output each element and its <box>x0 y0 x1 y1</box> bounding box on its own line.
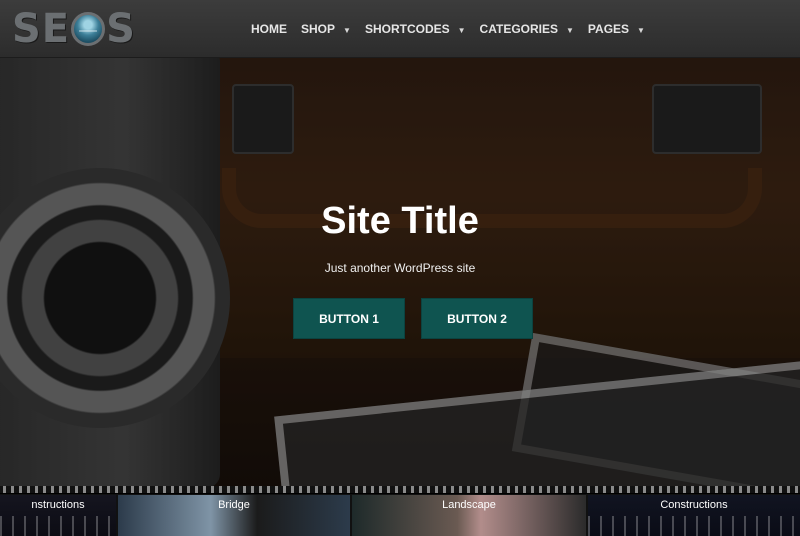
film-sprockets <box>0 486 800 494</box>
chevron-down-icon: ▼ <box>566 25 574 35</box>
hero-button-2[interactable]: BUTTON 2 <box>421 298 533 339</box>
gallery-item-label: Constructions <box>660 499 728 511</box>
gallery-item-constructions-partial[interactable]: nstructions <box>0 495 116 536</box>
gallery-item-constructions[interactable]: Constructions <box>588 495 800 536</box>
globe-icon <box>71 12 106 46</box>
nav-label: HOME <box>251 22 287 36</box>
chevron-down-icon: ▼ <box>457 25 466 35</box>
nav-label: CATEGORIES <box>479 22 558 36</box>
site-header: SE S HOME SHOP ▼ SHORTCODES ▼ CATEGORIES… <box>0 0 800 58</box>
nav-item-shop[interactable]: SHOP ▼ <box>301 19 351 39</box>
site-tagline: Just another WordPress site <box>324 261 476 275</box>
nav-item-shortcodes[interactable]: SHORTCODES ▼ <box>365 19 466 39</box>
site-logo[interactable]: SE S <box>12 6 136 52</box>
hero-button-1[interactable]: BUTTON 1 <box>293 298 405 339</box>
nav-label: SHOP <box>301 22 336 36</box>
gallery-item-label: nstructions <box>31 499 85 511</box>
button-label: BUTTON 2 <box>447 311 507 326</box>
chevron-down-icon: ▼ <box>637 25 645 35</box>
site-title: Site Title <box>321 200 479 242</box>
chevron-down-icon: ▼ <box>343 25 351 35</box>
button-label: BUTTON 1 <box>319 311 379 326</box>
gallery-item-label: Landscape <box>442 499 496 511</box>
gallery-item-label: Bridge <box>218 499 250 511</box>
nav-item-home[interactable]: HOME <box>251 19 287 39</box>
nav-label: SHORTCODES <box>364 22 450 36</box>
logo-text-left: SE <box>12 6 71 52</box>
gallery-item-bridge[interactable]: Bridge <box>118 495 350 536</box>
main-nav: HOME SHOP ▼ SHORTCODES ▼ CATEGORIES ▼ PA… <box>244 0 652 58</box>
nav-item-categories[interactable]: CATEGORIES ▼ <box>480 19 574 39</box>
gallery-filmstrip: nstructions Bridge Landscape Constructio… <box>0 486 800 536</box>
nav-label: PAGES <box>587 22 630 36</box>
logo-text-right: S <box>106 6 136 52</box>
nav-item-pages[interactable]: PAGES ▼ <box>588 19 645 39</box>
gallery-item-landscape[interactable]: Landscape <box>352 495 586 536</box>
hero-section: Site Title Just another WordPress site B… <box>0 58 800 486</box>
